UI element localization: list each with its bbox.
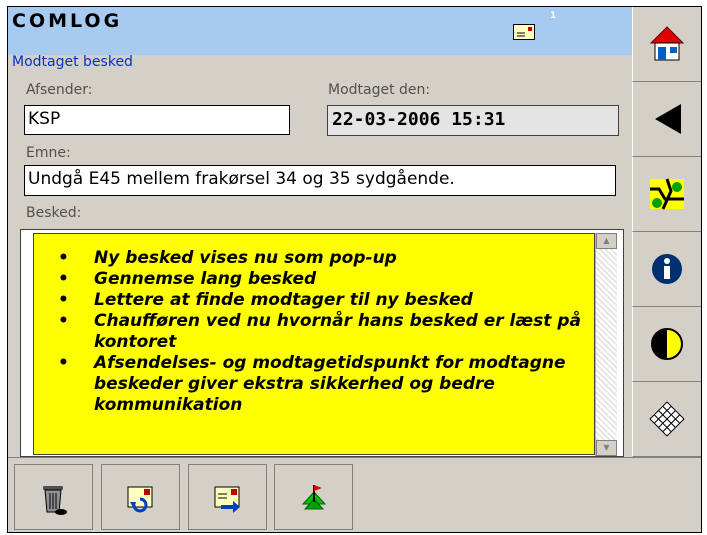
recipient-button[interactable] — [274, 464, 353, 530]
sender-label: Afsender: — [26, 82, 93, 98]
new-message-icon[interactable] — [513, 24, 535, 40]
home-button[interactable] — [632, 7, 701, 82]
feature-item: Chaufføren ved nu hvornår hans besked er… — [56, 311, 584, 353]
map-icon — [650, 178, 684, 210]
recipient-flag-icon — [301, 485, 327, 510]
info-icon — [652, 254, 682, 284]
reply-button[interactable] — [101, 464, 180, 530]
subject-label: Emne: — [26, 145, 71, 161]
screen-title: Modtaget besked — [12, 54, 133, 70]
received-date-label: Modtaget den: — [328, 82, 431, 98]
message-popup: Ny besked vises nu som pop-up Gennemse l… — [33, 233, 595, 455]
feature-item: Lettere at finde modtager til ny besked — [56, 290, 584, 311]
message-scrollbar[interactable]: ▲ ▼ — [595, 233, 617, 456]
info-button[interactable] — [632, 232, 701, 307]
app-title: COMLOG — [12, 10, 123, 32]
subject-field[interactable]: Undgå E45 mellem frakørsel 34 og 35 sydg… — [24, 165, 616, 196]
message-count-badge: 1 — [550, 11, 557, 21]
message-label: Besked: — [26, 205, 82, 221]
back-button[interactable] — [632, 82, 701, 157]
contrast-icon — [651, 328, 683, 360]
reply-message-icon — [127, 486, 153, 513]
delete-button[interactable] — [14, 464, 93, 530]
app-window: COMLOG 1 Modtaget besked Afsender: KSP M… — [7, 6, 702, 533]
trash-icon — [43, 486, 67, 515]
header-bar: COMLOG 1 — [8, 7, 632, 55]
received-date-field: 22-03-2006 15:31 — [327, 105, 619, 136]
feature-item: Gennemse lang besked — [56, 269, 584, 290]
forward-button[interactable] — [188, 464, 267, 530]
scroll-down-button[interactable]: ▼ — [596, 440, 617, 456]
grid-icon — [649, 401, 685, 437]
forward-message-icon — [214, 486, 240, 513]
feature-list: Ny besked vises nu som pop-up Gennemse l… — [56, 248, 584, 416]
sender-field[interactable]: KSP — [24, 105, 290, 135]
back-arrow-icon — [655, 104, 681, 134]
home-icon — [649, 26, 685, 61]
right-toolbar — [632, 7, 701, 457]
feature-item: Ny besked vises nu som pop-up — [56, 248, 584, 269]
contrast-button[interactable] — [632, 307, 701, 382]
grid-button[interactable] — [632, 382, 701, 457]
scroll-up-button[interactable]: ▲ — [596, 233, 617, 249]
bottom-toolbar — [8, 457, 701, 532]
map-button[interactable] — [632, 157, 701, 232]
feature-item: Afsendelses- og modtagetidspunkt for mod… — [56, 353, 584, 416]
